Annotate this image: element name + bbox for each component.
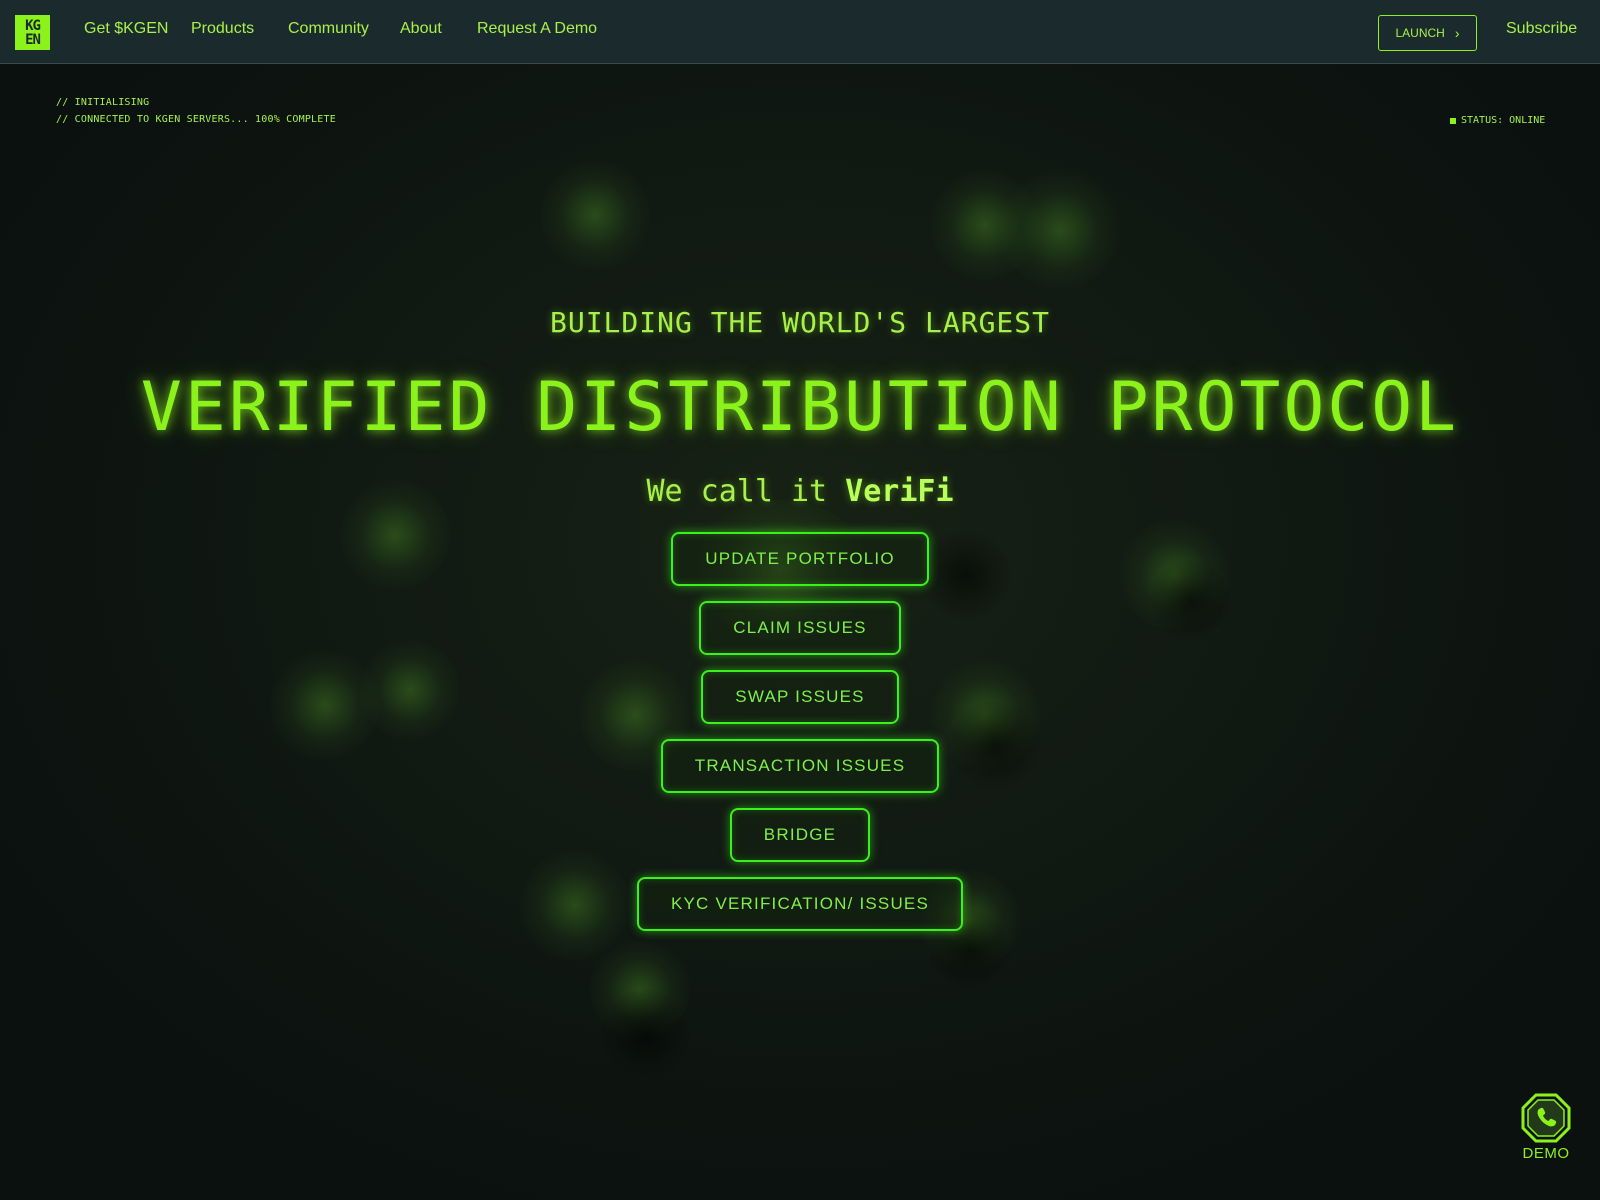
background-glow [540,160,650,270]
phone-icon [1521,1093,1571,1143]
hero-subline: We call it VeriFi [0,474,1600,509]
launch-button-label: LAUNCH [1395,26,1445,40]
nav-link-community[interactable]: Community [288,20,369,38]
launch-button[interactable]: LAUNCH › [1378,15,1477,51]
background-glow [1000,170,1120,290]
logo-line-1: KG [25,17,41,34]
top-nav-bar: KG EN Get $KGEN Products Community About… [0,0,1600,64]
terminal-line-initialising: // INITIALISING [56,97,150,108]
nav-link-products[interactable]: Products [191,20,254,38]
hero-headline: VERIFIED DISTRIBUTION PROTOCOL [140,368,1460,447]
background-shadow [600,990,690,1080]
nav-link-get-kgen[interactable]: Get $KGEN [84,20,168,38]
status-dot-icon [1450,117,1456,124]
status-indicator: STATUS: ONLINE [1450,115,1545,126]
status-text: STATUS: ONLINE [1461,115,1546,126]
kyc-verification-button[interactable]: KYC VERIFICATION/ ISSUES [636,877,964,931]
hero-eyebrow: BUILDING THE WORLD'S LARGEST [549,306,1050,339]
demo-call-widget[interactable]: DEMO [1518,1093,1574,1162]
claim-issues-button[interactable]: CLAIM ISSUES [699,601,901,655]
action-button-list: UPDATE PORTFOLIO CLAIM ISSUES SWAP ISSUE… [0,532,1600,931]
nav-link-about[interactable]: About [400,20,442,38]
logo-line-2: EN [25,31,41,48]
swap-issues-button[interactable]: SWAP ISSUES [701,670,899,724]
subline-emphasis: VeriFi [845,474,954,509]
kgen-logo[interactable]: KG EN [15,15,50,50]
update-portfolio-button[interactable]: UPDATE PORTFOLIO [671,532,929,586]
background-glow [930,170,1040,280]
demo-label: DEMO [1522,1145,1570,1162]
bridge-button[interactable]: BRIDGE [729,808,871,862]
terminal-line-connected: // CONNECTED TO KGEN SERVERS... 100% COM… [56,114,336,125]
background-glow [590,940,690,1040]
subline-prefix: We call it [646,474,846,509]
nav-link-request-demo[interactable]: Request A Demo [477,20,597,38]
subscribe-link[interactable]: Subscribe [1506,20,1577,38]
transaction-issues-button[interactable]: TRANSACTION ISSUES [660,739,940,793]
chevron-right-icon: › [1454,25,1460,41]
